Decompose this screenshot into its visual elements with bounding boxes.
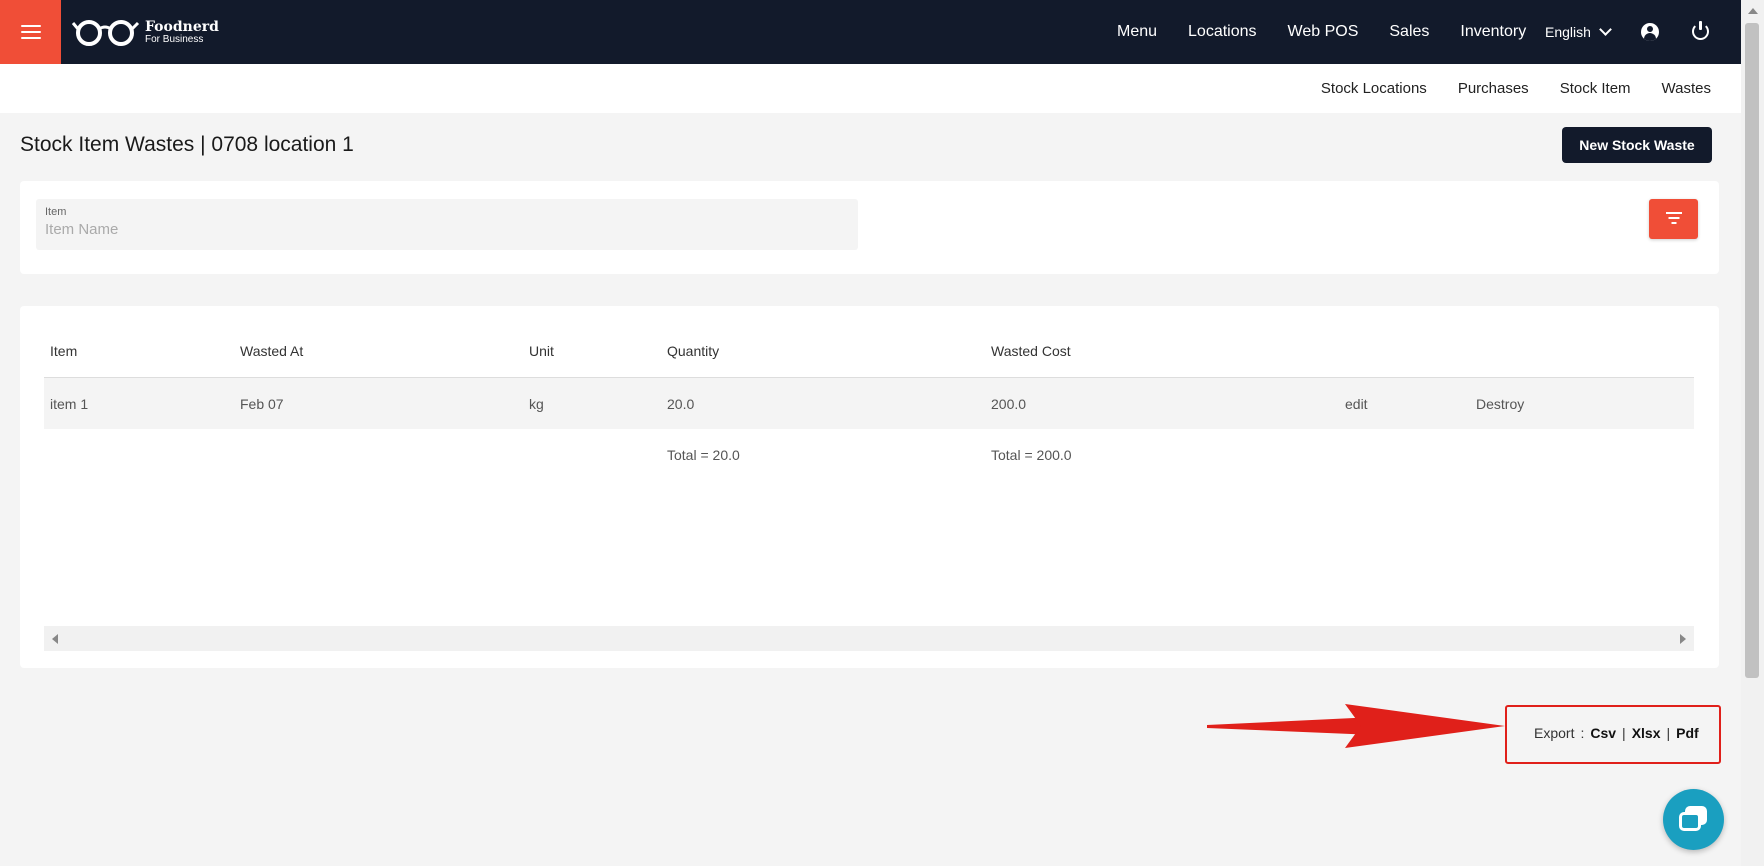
header-wasted-at: Wasted At <box>240 342 304 359</box>
export-separator: | <box>1622 725 1626 741</box>
language-label: English <box>1545 24 1591 40</box>
account-icon[interactable] <box>1641 23 1659 41</box>
header-wasted-cost: Wasted Cost <box>991 342 1071 359</box>
hamburger-icon <box>20 25 41 39</box>
cell-quantity: 20.0 <box>667 395 695 412</box>
subnav-wastes[interactable]: Wastes <box>1662 80 1711 97</box>
hamburger-menu-button[interactable] <box>0 0 61 64</box>
cell-unit: kg <box>529 395 544 412</box>
total-quantity: Total = 20.0 <box>667 446 740 463</box>
header-unit: Unit <box>529 342 554 359</box>
nav-menu[interactable]: Menu <box>1117 23 1157 41</box>
cell-wasted-at: Feb 07 <box>240 395 284 412</box>
subnav-stock-locations[interactable]: Stock Locations <box>1321 80 1427 97</box>
nav-sales[interactable]: Sales <box>1389 23 1429 41</box>
language-selector[interactable]: English <box>1545 0 1612 64</box>
scroll-left-icon[interactable] <box>52 634 58 644</box>
inventory-subnav: Stock Locations Purchases Stock Item Was… <box>0 64 1741 113</box>
table-header: Item Wasted At Unit Quantity Wasted Cost <box>44 324 1694 378</box>
export-colon: : <box>1580 725 1585 741</box>
item-name-field[interactable]: Item <box>36 199 858 250</box>
table-row: item 1 Feb 07 kg 20.0 200.0 edit Destroy <box>44 378 1694 429</box>
subnav-purchases[interactable]: Purchases <box>1458 80 1529 97</box>
export-separator: | <box>1666 725 1671 741</box>
filter-card: Item <box>20 181 1719 274</box>
brand-tagline: For Business <box>145 33 204 45</box>
chevron-down-icon <box>1599 23 1612 36</box>
header-item: Item <box>50 342 78 359</box>
top-navbar: Foodnerd For Business Menu Locations Web… <box>0 0 1741 64</box>
nav-web-pos[interactable]: Web POS <box>1288 23 1359 41</box>
nav-locations[interactable]: Locations <box>1188 23 1257 41</box>
wastes-table: Item Wasted At Unit Quantity Wasted Cost… <box>44 324 1694 480</box>
export-links: Export : Csv | Xlsx | Pdf <box>1534 725 1699 741</box>
cell-item: item 1 <box>50 395 89 412</box>
total-wasted-cost: Total = 200.0 <box>991 446 1072 463</box>
foodnerd-logo[interactable]: Foodnerd For Business <box>71 17 219 47</box>
export-pdf-link[interactable]: Pdf <box>1676 725 1699 741</box>
header-quantity: Quantity <box>667 342 720 359</box>
destroy-link[interactable]: Destroy <box>1476 378 1524 429</box>
item-field-label: Item <box>45 206 67 218</box>
glasses-icon <box>71 20 140 46</box>
chat-button[interactable] <box>1663 789 1724 850</box>
wastes-table-card: Item Wasted At Unit Quantity Wasted Cost… <box>20 306 1719 668</box>
item-name-input[interactable] <box>45 221 845 238</box>
main-nav: Menu Locations Web POS Sales Inventory <box>1117 0 1557 64</box>
horizontal-scrollbar[interactable] <box>44 626 1694 651</box>
vertical-scrollbar[interactable] <box>1741 0 1764 866</box>
export-csv-link[interactable]: Csv <box>1590 725 1616 741</box>
page-title: Stock Item Wastes | 0708 location 1 <box>20 133 354 156</box>
subnav-stock-item[interactable]: Stock Item <box>1560 80 1631 97</box>
scrollbar-thumb[interactable] <box>1745 23 1759 678</box>
new-stock-waste-button[interactable]: New Stock Waste <box>1562 127 1712 163</box>
brand-name: Foodnerd <box>145 18 219 35</box>
edit-link[interactable]: edit <box>1345 378 1368 429</box>
annotation-arrow <box>1207 704 1505 748</box>
export-label: Export <box>1534 725 1575 741</box>
logout-icon[interactable] <box>1692 21 1709 40</box>
nav-inventory[interactable]: Inventory <box>1460 23 1526 41</box>
scroll-right-icon[interactable] <box>1680 634 1686 644</box>
export-xlsx-link[interactable]: Xlsx <box>1632 725 1661 741</box>
totals-row: Total = 20.0 Total = 200.0 <box>44 429 1694 480</box>
scroll-up-icon[interactable] <box>1748 8 1758 14</box>
filter-button[interactable] <box>1649 199 1698 239</box>
cell-wasted-cost: 200.0 <box>991 395 1027 412</box>
